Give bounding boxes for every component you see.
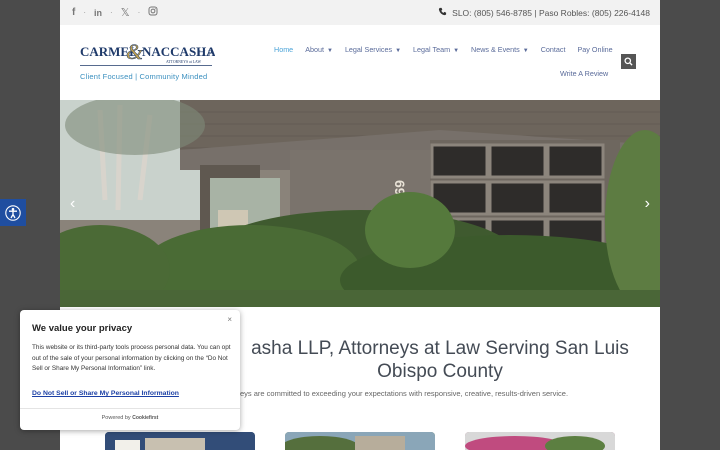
cookie-title: We value your privacy <box>32 323 133 334</box>
x-icon[interactable]: 𝕏 <box>121 6 130 19</box>
logo-llp: LLP <box>198 49 213 58</box>
chevron-down-icon: ▼ <box>326 48 333 54</box>
nav-write-review[interactable]: Write A Review <box>560 69 608 78</box>
feature-card-2[interactable] <box>285 432 435 450</box>
separator-dot: · <box>137 8 141 17</box>
chevron-down-icon: ▼ <box>522 48 529 54</box>
feature-card-3[interactable] <box>465 432 615 450</box>
card-image <box>285 432 435 450</box>
page-headline: asha LLP, Attorneys at Law Serving San L… <box>251 338 629 382</box>
facebook-icon[interactable]: f <box>72 7 75 18</box>
feature-card-1[interactable] <box>105 432 255 450</box>
nav-news-events-label: News & Events <box>471 45 520 54</box>
nav-legal-services-label: Legal Services <box>344 45 393 54</box>
hero-slider: 694 ‹ › <box>60 100 660 307</box>
cookie-footer: Powered by Cookiefirst <box>20 408 240 421</box>
card-image <box>465 432 615 450</box>
nav-contact[interactable]: Contact <box>541 45 566 54</box>
accessibility-button[interactable] <box>0 199 26 226</box>
hero-image: 694 <box>60 100 660 307</box>
phone-icon <box>438 7 447 18</box>
chevron-down-icon: ▼ <box>453 48 460 54</box>
page-subheadline: eys are committed to exceeding your expe… <box>240 389 569 398</box>
nav-legal-team-label: Legal Team <box>413 45 451 54</box>
nav-about-label: About <box>305 45 324 54</box>
social-links: f · in · 𝕏 · <box>72 6 158 19</box>
do-not-sell-link[interactable]: Do Not Sell or Share My Personal Informa… <box>32 390 179 397</box>
tagline: Client Focused | Community Minded <box>80 72 208 81</box>
slider-prev-arrow[interactable]: ‹ <box>70 195 75 213</box>
separator-dot: · <box>83 8 87 17</box>
slider-next-arrow[interactable]: › <box>645 195 650 213</box>
nav-about[interactable]: About ▼ <box>305 45 333 54</box>
accessibility-icon <box>5 204 21 221</box>
card-image <box>105 432 255 450</box>
top-bar: f · in · 𝕏 · SLO: (805) 546-8785 | Paso … <box>60 0 660 25</box>
linkedin-icon[interactable]: in <box>94 8 102 18</box>
instagram-icon[interactable] <box>148 6 158 19</box>
logo-attorneys: ATTORNEYS at LAW <box>166 60 201 64</box>
phone-contact: SLO: (805) 546-8785 | Paso Robles: (805)… <box>438 7 650 18</box>
site-header: CARMEL & NACCASHA LLP ATTORNEYS at LAW C… <box>60 25 660 100</box>
main-nav: Home About ▼ Legal Services ▼ Legal Team ▼ … <box>274 45 613 54</box>
close-icon[interactable]: × <box>227 315 232 324</box>
cookie-body: This website or its third-party tools pr… <box>32 344 231 372</box>
firm-logo[interactable]: CARMEL & NACCASHA LLP ATTORNEYS at LAW <box>80 39 215 69</box>
cookiefirst-brand[interactable]: Cookiefirst <box>132 415 158 421</box>
chevron-down-icon: ▼ <box>395 48 402 54</box>
nav-pay-online[interactable]: Pay Online <box>578 45 613 54</box>
search-button[interactable] <box>621 54 636 69</box>
nav-legal-team[interactable]: Legal Team ▼ <box>413 45 459 54</box>
cookie-consent-dialog: × We value your privacy This website or … <box>20 310 240 430</box>
nav-news-events[interactable]: News & Events ▼ <box>471 45 529 54</box>
separator-dot: · <box>110 8 113 17</box>
nav-home[interactable]: Home <box>274 45 293 54</box>
search-icon <box>624 57 633 66</box>
nav-legal-services[interactable]: Legal Services ▼ <box>345 45 401 54</box>
phone-text[interactable]: SLO: (805) 546-8785 | Paso Robles: (805)… <box>452 8 650 18</box>
powered-by-label: Powered by <box>101 415 131 421</box>
